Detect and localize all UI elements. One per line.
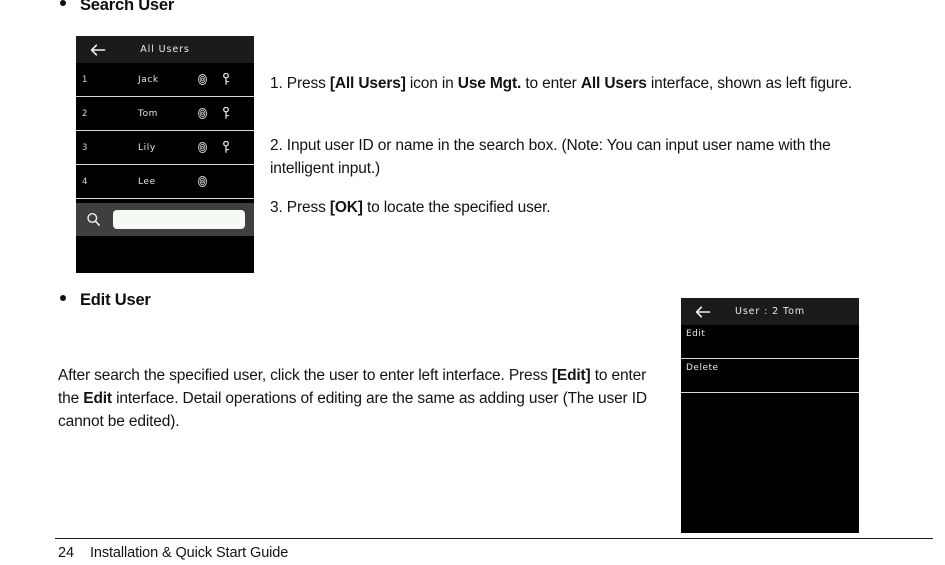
paragraph-text-3: interface. Detail operations of editing … bbox=[58, 389, 647, 430]
step-number: 1. bbox=[270, 75, 287, 92]
paragraph-emphasis-edit-button: [Edit] bbox=[551, 367, 591, 384]
user-index: 4 bbox=[82, 176, 88, 187]
instruction-step-1: 1. Press [All Users] icon in Use Mgt. to… bbox=[270, 73, 878, 96]
menu-item-label: Delete bbox=[686, 363, 719, 373]
user-name: Tom bbox=[138, 108, 159, 119]
footer-divider bbox=[55, 538, 933, 539]
key-icon bbox=[222, 70, 230, 89]
step-text-1: Press bbox=[286, 75, 330, 92]
table-row[interactable]: 2 Tom bbox=[76, 97, 254, 131]
table-row[interactable]: 3 Lily bbox=[76, 131, 254, 165]
fingerprint-icon bbox=[198, 70, 207, 89]
page-footer: 24 Installation & Quick Start Guide bbox=[58, 545, 288, 561]
step-text-3: to enter bbox=[521, 75, 581, 92]
step-emphasis-all-users-icon: [All Users] bbox=[329, 75, 406, 92]
user-credential-icons bbox=[198, 138, 230, 157]
menu-empty-area bbox=[681, 393, 859, 533]
paragraph-emphasis-edit: Edit bbox=[83, 389, 112, 407]
section-heading-label: Edit User bbox=[80, 291, 151, 309]
search-input[interactable] bbox=[113, 210, 245, 229]
step-number: 3. bbox=[270, 199, 287, 216]
user-name: Lily bbox=[138, 142, 156, 153]
device-title: All Users bbox=[140, 44, 190, 55]
device-screenshot-all-users: All Users 1 Jack 2 Tom 3 Lily 4 Lee bbox=[76, 36, 254, 273]
edit-user-paragraph: After search the specified user, click t… bbox=[58, 365, 668, 433]
footer-title: Installation & Quick Start Guide bbox=[89, 545, 289, 561]
device-title-bar: User : 2 Tom bbox=[681, 298, 859, 325]
paragraph-text-1: After search the specified user, click t… bbox=[58, 367, 552, 384]
bullet-icon bbox=[60, 295, 66, 301]
user-credential-icons bbox=[198, 104, 230, 123]
user-index: 1 bbox=[82, 74, 88, 85]
fingerprint-icon bbox=[198, 138, 207, 157]
section-heading-search-user: Search User bbox=[60, 0, 174, 15]
key-icon bbox=[222, 104, 230, 123]
step-text-1: Input user ID or name in the search box.… bbox=[270, 137, 831, 177]
back-arrow-icon[interactable] bbox=[695, 305, 711, 319]
section-heading-label: Search User bbox=[80, 0, 175, 14]
search-bar bbox=[76, 203, 254, 236]
fingerprint-icon bbox=[198, 104, 207, 123]
user-name: Jack bbox=[138, 74, 159, 85]
step-number: 2. bbox=[270, 137, 287, 154]
step-text-4: interface, shown as left figure. bbox=[646, 75, 852, 92]
menu-item-edit[interactable]: Edit bbox=[681, 325, 859, 359]
page-number: 24 bbox=[58, 545, 74, 561]
user-index: 2 bbox=[82, 108, 88, 119]
step-emphasis-use-mgt: Use Mgt. bbox=[457, 75, 522, 92]
instruction-step-3: 3. Press [OK] to locate the specified us… bbox=[270, 197, 870, 220]
step-text-2: icon in bbox=[405, 75, 458, 92]
step-text-2: to locate the specified user. bbox=[362, 199, 551, 216]
menu-item-delete[interactable]: Delete bbox=[681, 359, 859, 393]
table-row[interactable]: 4 Lee bbox=[76, 165, 254, 199]
user-index: 3 bbox=[82, 142, 88, 153]
fingerprint-icon bbox=[198, 172, 207, 191]
table-row[interactable]: 1 Jack bbox=[76, 63, 254, 97]
device-screenshot-user-detail: User : 2 Tom Edit Delete bbox=[681, 298, 859, 533]
user-credential-icons bbox=[198, 70, 230, 89]
step-emphasis-all-users: All Users bbox=[580, 75, 647, 92]
step-emphasis-ok: [OK] bbox=[329, 199, 363, 216]
user-name: Lee bbox=[138, 176, 156, 187]
step-text-1: Press bbox=[286, 199, 330, 216]
search-icon[interactable] bbox=[85, 212, 101, 228]
user-credential-icons bbox=[198, 172, 207, 191]
back-arrow-icon[interactable] bbox=[90, 43, 106, 57]
bullet-icon bbox=[60, 0, 66, 6]
key-icon bbox=[222, 138, 230, 157]
instruction-step-2: 2. Input user ID or name in the search b… bbox=[270, 135, 870, 181]
device-title-bar: All Users bbox=[76, 36, 254, 63]
device-title: User : 2 Tom bbox=[734, 306, 805, 317]
menu-item-label: Edit bbox=[686, 329, 706, 339]
user-list: 1 Jack 2 Tom 3 Lily 4 Lee bbox=[76, 63, 254, 239]
section-heading-edit-user: Edit User bbox=[60, 291, 151, 310]
